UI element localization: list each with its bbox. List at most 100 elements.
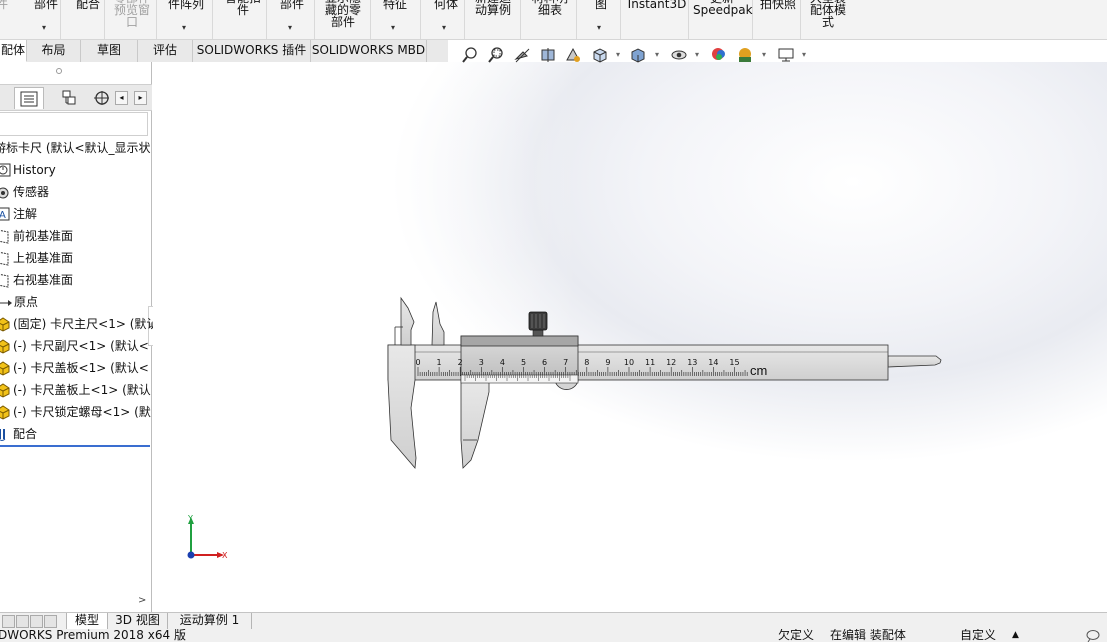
caliper-model[interactable]: 0 1 2 3 4 5 6 7 8 9 10 11 12 13 14 15 cm Y X — [153, 62, 1107, 612]
tab-3d-view[interactable]: 3D 视图 — [108, 613, 168, 630]
ribbon-button-15[interactable]: 拍快照 — [756, 0, 800, 10]
tree-filter-input[interactable] — [0, 112, 148, 136]
tree-item[interactable]: (-) 卡尺副尺<1> (默认< — [0, 336, 149, 356]
slider-lower-jaw — [460, 380, 490, 469]
rollback-bar[interactable] — [0, 445, 150, 447]
view-settings-dropdown[interactable]: ▾ — [802, 50, 806, 59]
last-tab-button[interactable] — [44, 615, 57, 628]
ribbon-button-12[interactable]: 图 ▾ — [582, 0, 620, 32]
tree-item[interactable]: (-) 卡尺锁定螺母<1> (默 — [0, 402, 151, 422]
dynamic-annotation-icon[interactable] — [563, 45, 583, 65]
hide-show-dropdown[interactable]: ▾ — [695, 50, 699, 59]
dropdown-arrow-icon[interactable]: ▾ — [391, 22, 395, 34]
ribbon-button-4[interactable]: 件阵列 ▾ — [160, 0, 212, 32]
ribbon-button-6[interactable]: 部件 ▾ — [272, 0, 312, 32]
bottom-tab-bar: 模型 3D 视图 运动算例 1 — [0, 612, 1107, 630]
tree-item[interactable]: 上视基准面 — [0, 248, 73, 268]
tree-item[interactable]: A 注解 — [0, 204, 37, 224]
tree-item[interactable]: History — [0, 160, 56, 180]
part-icon — [0, 360, 11, 376]
tree-item[interactable]: 传感器 — [0, 182, 49, 202]
section-view-icon[interactable] — [538, 45, 558, 65]
tree-item[interactable]: 右视基准面 — [0, 270, 73, 290]
scroll-right-arrow[interactable]: > — [138, 595, 146, 606]
view-orientation-icon[interactable] — [590, 45, 610, 65]
apply-scene-dropdown[interactable]: ▾ — [762, 50, 766, 59]
ribbon-button-5[interactable]: 智能扣件 — [218, 0, 268, 16]
zoom-to-fit-icon[interactable] — [460, 45, 480, 65]
ribbon-button-label: 部件 — [33, 0, 58, 11]
tree-item[interactable]: 前视基准面 — [0, 226, 73, 246]
units-dropdown-icon[interactable]: ▲ — [1012, 629, 1019, 642]
tab-evaluate[interactable]: 评估 — [138, 40, 193, 62]
propertymanager-tab[interactable] — [14, 87, 44, 109]
tree-item[interactable]: (-) 卡尺盖板上<1> (默认 — [0, 380, 151, 400]
tab-layout[interactable]: 布局 — [27, 40, 81, 62]
tab-sketch[interactable]: 草图 — [81, 40, 138, 62]
ribbon-button-3[interactable]: 零部件预览窗口 — [108, 0, 156, 28]
tab-assembly[interactable]: 配体 — [0, 40, 27, 62]
view-orientation-dropdown[interactable]: ▾ — [616, 50, 620, 59]
ribbon-button-0[interactable]: 件 — [0, 0, 16, 10]
tree-item[interactable]: (固定) 卡尺主尺<1> (默认 — [0, 314, 158, 334]
ribbon-button-13[interactable]: Instant3D — [626, 0, 688, 10]
tabs-scroll-left[interactable]: ◂ — [115, 91, 128, 105]
fixed-jaw — [387, 344, 417, 469]
ribbon-button-8[interactable]: 特征 ▾ — [375, 0, 415, 32]
first-tab-button[interactable] — [2, 615, 15, 628]
tree-item[interactable]: 配合 — [0, 424, 37, 444]
tab-solidworks-mbd[interactable]: SOLIDWORKS MBD — [311, 40, 427, 62]
help-bubble-icon[interactable] — [1086, 630, 1100, 642]
scale-number: 11 — [645, 358, 655, 367]
status-units[interactable]: 自定义 — [960, 629, 996, 642]
dimxpert-tab[interactable] — [90, 87, 112, 109]
part-icon — [0, 338, 11, 354]
dropdown-arrow-icon[interactable]: ▾ — [597, 22, 601, 34]
ribbon-separator — [420, 0, 421, 39]
zoom-to-area-icon[interactable] — [486, 45, 506, 65]
scale-number: 9 — [605, 358, 610, 367]
tree-item-label: 原点 — [14, 295, 39, 309]
ribbon-button-11[interactable]: 材料明细表 — [524, 0, 576, 16]
dropdown-arrow-icon[interactable]: ▾ — [288, 22, 292, 34]
scale-number: 13 — [687, 358, 697, 367]
tab-solidworks-addins[interactable]: SOLIDWORKS 插件 — [193, 40, 311, 62]
panel-grip-handle[interactable] — [56, 68, 62, 74]
ribbon-button-1[interactable]: 部件 ▾ — [27, 0, 65, 32]
dropdown-arrow-icon[interactable]: ▾ — [442, 22, 446, 34]
dropdown-arrow-icon[interactable]: ▾ — [182, 22, 186, 34]
ribbon-button-14[interactable]: 更新Speedpak — [693, 0, 753, 16]
plane-icon — [0, 250, 11, 266]
scale-number: 0 — [415, 358, 420, 367]
ribbon-button-2[interactable]: 配合 — [70, 0, 106, 10]
view-settings-icon[interactable] — [776, 45, 796, 65]
triad-x-label: X — [222, 551, 228, 560]
tree-item[interactable]: (-) 卡尺盖板<1> (默认< — [0, 358, 149, 378]
previous-tab-button[interactable] — [16, 615, 29, 628]
configuration-icon — [62, 90, 76, 105]
tab-model[interactable]: 模型 — [66, 613, 108, 630]
previous-view-icon[interactable] — [512, 45, 532, 65]
scale-number: 10 — [624, 358, 634, 367]
ribbon-button-label: 式 — [821, 15, 834, 29]
edit-appearance-icon[interactable] — [709, 45, 729, 65]
configurationmanager-tab[interactable] — [54, 87, 84, 109]
display-style-icon[interactable] — [628, 45, 648, 65]
apply-scene-icon[interactable] — [735, 45, 755, 65]
ribbon-button-10[interactable]: 新建运动算例 — [468, 0, 518, 16]
display-style-dropdown[interactable]: ▾ — [655, 50, 659, 59]
tree-root-assembly[interactable]: 游标卡尺 (默认<默认_显示状 — [0, 138, 151, 158]
graphics-area[interactable]: 0 1 2 3 4 5 6 7 8 9 10 11 12 13 14 15 cm Y X — [153, 62, 1107, 612]
tab-motion-study-1[interactable]: 运动算例 1 — [168, 613, 252, 630]
hide-show-items-icon[interactable] — [669, 45, 689, 65]
ribbon-button-9[interactable]: 何体 ▾ — [425, 0, 467, 32]
tree-item[interactable]: 原点 — [0, 292, 38, 312]
dropdown-arrow-icon[interactable]: ▾ — [42, 22, 46, 34]
tabs-scroll-right[interactable]: ▸ — [134, 91, 147, 105]
ribbon-button-16[interactable]: 大型装配体模式 — [804, 0, 852, 28]
ribbon-button-7[interactable]: 显示隐藏的零部件 — [318, 0, 368, 28]
ribbon-button-label: 口 — [125, 15, 138, 29]
featuremanager-tab[interactable] — [0, 87, 8, 109]
next-tab-button[interactable] — [30, 615, 43, 628]
ribbon-separator — [212, 0, 213, 39]
